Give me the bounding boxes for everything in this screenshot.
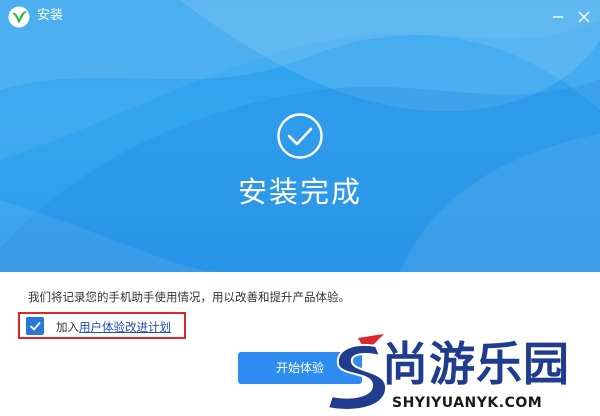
experience-plan-checkbox[interactable]	[26, 317, 44, 335]
plan-prefix: 加入	[56, 320, 79, 334]
experience-plan-label: 加入用户体验改进计划	[56, 319, 171, 335]
checkbox-check-icon	[30, 322, 41, 331]
watermark-text: 尚游乐园	[381, 336, 570, 392]
experience-plan-link[interactable]: 用户体验改进计划	[79, 320, 171, 334]
window-title: 安装	[37, 8, 64, 23]
minimize-button[interactable]	[549, 8, 567, 26]
close-icon	[578, 11, 590, 23]
watermark-url: SHYIYUANYK.COM	[392, 395, 543, 411]
usage-description: 我们将记录您的手机助手使用情况，用以改善和提升产品体验。	[28, 290, 350, 304]
check-circle-icon	[277, 113, 323, 159]
minimize-icon	[553, 16, 563, 18]
title-bar: 安装	[0, 0, 600, 34]
app-logo-icon	[8, 6, 30, 28]
watermark: 尚游乐园 SHYIYUANYK.COM	[318, 328, 600, 416]
close-button[interactable]	[575, 8, 593, 26]
install-complete-title: 安装完成	[237, 175, 362, 209]
installer-window: 安装 安装完成 我们将记录您的手机助手使用情况，用以改善和提升产品体验。 加入用…	[0, 0, 600, 416]
hero-banner: 安装 安装完成	[0, 0, 600, 272]
